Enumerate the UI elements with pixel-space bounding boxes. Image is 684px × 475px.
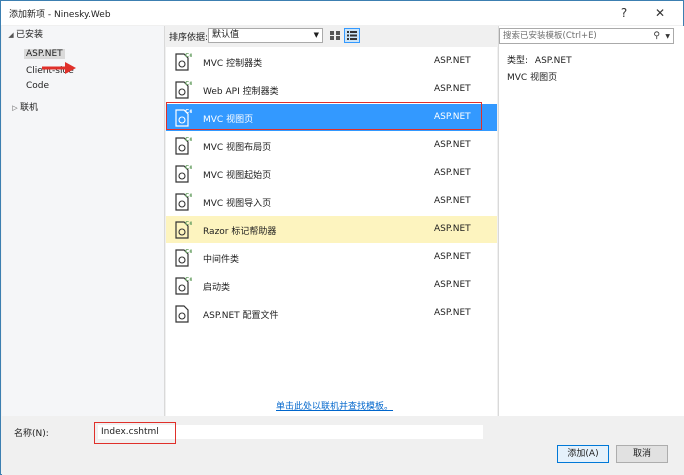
template-item[interactable]: C# Web API 控制器类 ASP.NET bbox=[166, 76, 497, 103]
csharp-file-icon: C# bbox=[175, 53, 192, 71]
template-item[interactable]: ASP.NET 配置文件 ASP.NET bbox=[166, 300, 497, 327]
grid-view-button[interactable] bbox=[327, 28, 343, 43]
template-category: ASP.NET bbox=[434, 140, 471, 150]
collapse-arrow-icon[interactable]: ◢ bbox=[6, 28, 16, 42]
chevron-down-icon: ▼ bbox=[313, 31, 319, 39]
search-icon[interactable]: ⚲ bbox=[653, 29, 660, 43]
details-pane: 搜索已安装模板(Ctrl+E) ⚲ ▼ 类型: ASP.NET MVC 视图页 bbox=[498, 26, 684, 416]
template-name: MVC 视图起始页 bbox=[203, 171, 272, 181]
svg-text:C#: C# bbox=[185, 249, 192, 255]
expand-arrow-icon[interactable]: ▷ bbox=[10, 101, 20, 115]
annotation-highlight-name bbox=[94, 422, 176, 444]
svg-text:C#: C# bbox=[185, 53, 192, 59]
add-new-item-dialog: 添加新项 - Ninesky.Web ? ✕ ◢ 已安装 ASP.NET Clie… bbox=[0, 0, 684, 475]
csharp-file-icon: C# bbox=[175, 193, 192, 211]
category-tree: ◢ 已安装 ASP.NET Client-side Code ▷ 联机 bbox=[2, 26, 165, 416]
tree-node-installed[interactable]: ◢ 已安装 bbox=[6, 28, 43, 42]
template-name: ASP.NET 配置文件 bbox=[203, 311, 279, 321]
csharp-file-icon: C# bbox=[175, 221, 192, 239]
tree-node-code[interactable]: Code bbox=[26, 79, 49, 93]
csharp-file-icon: C# bbox=[175, 165, 192, 183]
template-category: ASP.NET bbox=[434, 224, 471, 234]
grid-view-icon bbox=[330, 31, 340, 40]
tree-node-online[interactable]: ▷ 联机 bbox=[10, 101, 38, 115]
csharp-file-icon: C# bbox=[175, 249, 192, 267]
template-name: MVC 视图布局页 bbox=[203, 143, 272, 153]
template-item[interactable]: C# 启动类 ASP.NET bbox=[166, 272, 497, 299]
csharp-file-icon: C# bbox=[175, 137, 192, 155]
annotation-highlight-selected bbox=[166, 102, 482, 130]
type-row: 类型: ASP.NET bbox=[507, 56, 572, 66]
template-category: ASP.NET bbox=[434, 252, 471, 262]
help-button[interactable]: ? bbox=[607, 1, 641, 25]
config-file-icon bbox=[175, 305, 189, 323]
list-toolbar: 排序依据: 默认值 ▼ bbox=[166, 26, 497, 46]
list-view-icon bbox=[347, 31, 357, 40]
template-item[interactable]: C# Razor 标记帮助器 ASP.NET bbox=[166, 216, 497, 243]
template-item[interactable]: C# MVC 视图起始页 ASP.NET bbox=[166, 160, 497, 187]
svg-text:C#: C# bbox=[185, 193, 192, 199]
template-category: ASP.NET bbox=[434, 196, 471, 206]
template-name: MVC 控制器类 bbox=[203, 59, 263, 69]
cancel-button[interactable]: 取消 bbox=[616, 445, 668, 463]
template-category: ASP.NET bbox=[434, 56, 471, 66]
template-description: MVC 视图页 bbox=[507, 73, 558, 83]
close-button[interactable]: ✕ bbox=[643, 1, 677, 25]
template-name: MVC 视图导入页 bbox=[203, 199, 272, 209]
window-title: 添加新项 - Ninesky.Web bbox=[9, 10, 111, 20]
template-category: ASP.NET bbox=[434, 280, 471, 290]
template-item[interactable]: C# MVC 视图导入页 ASP.NET bbox=[166, 188, 497, 215]
svg-text:C#: C# bbox=[185, 81, 192, 87]
chevron-down-icon[interactable]: ▼ bbox=[665, 30, 670, 44]
svg-text:C#: C# bbox=[185, 165, 192, 171]
template-category: ASP.NET bbox=[434, 84, 471, 94]
csharp-file-icon: C# bbox=[175, 81, 192, 99]
add-button[interactable]: 添加(A) bbox=[557, 445, 609, 463]
template-item[interactable]: C# MVC 视图布局页 ASP.NET bbox=[166, 132, 497, 159]
svg-text:C#: C# bbox=[185, 137, 192, 143]
template-name: 中间件类 bbox=[203, 255, 240, 265]
template-category: ASP.NET bbox=[434, 168, 471, 178]
annotation-arrow-icon bbox=[42, 62, 76, 74]
search-input[interactable]: 搜索已安装模板(Ctrl+E) ⚲ ▼ bbox=[499, 28, 674, 44]
tree-node-aspnet[interactable]: ASP.NET bbox=[24, 47, 65, 61]
template-item[interactable]: C# 中间件类 ASP.NET bbox=[166, 244, 497, 271]
svg-text:C#: C# bbox=[185, 277, 192, 283]
title-bar: 添加新项 - Ninesky.Web ? ✕ bbox=[1, 1, 683, 25]
sort-label: 排序依据: bbox=[169, 33, 209, 43]
svg-text:C#: C# bbox=[185, 221, 192, 227]
online-templates-link[interactable]: 单击此处以联机并查找模板。 bbox=[276, 399, 393, 412]
template-item[interactable]: C# MVC 控制器类 ASP.NET bbox=[166, 48, 497, 75]
list-view-button[interactable] bbox=[344, 28, 360, 43]
template-name: Razor 标记帮助器 bbox=[203, 227, 277, 237]
sort-dropdown[interactable]: 默认值 ▼ bbox=[208, 28, 323, 43]
template-name: 启动类 bbox=[203, 283, 231, 293]
template-category: ASP.NET bbox=[434, 308, 471, 318]
csharp-file-icon: C# bbox=[175, 277, 192, 295]
template-name: Web API 控制器类 bbox=[203, 87, 279, 97]
name-label: 名称(N): bbox=[14, 429, 49, 439]
